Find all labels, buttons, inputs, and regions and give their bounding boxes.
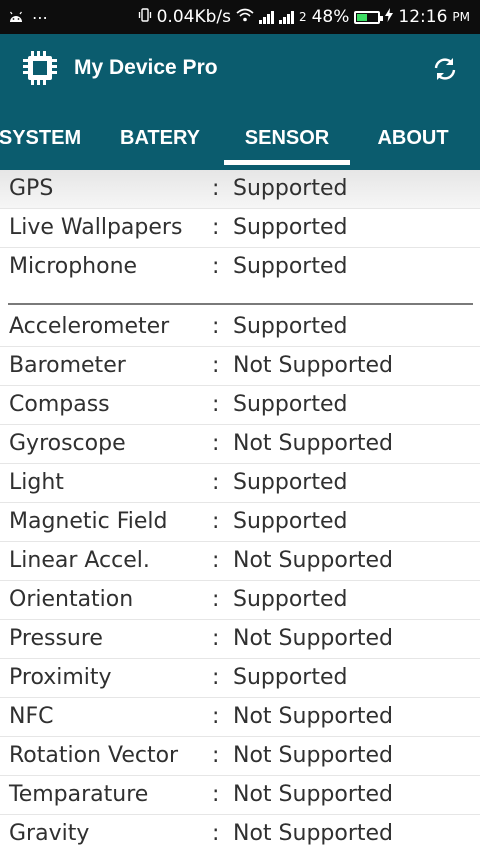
separator: : bbox=[212, 392, 220, 417]
sensor-name: Microphone bbox=[9, 254, 138, 279]
list-item: Gravity : Not Supported bbox=[0, 815, 480, 854]
clock-ampm: PM bbox=[452, 10, 470, 24]
android-notification-icon bbox=[8, 8, 24, 27]
list-item: NFC : Not Supported bbox=[0, 698, 480, 737]
separator: : bbox=[212, 665, 220, 690]
separator: : bbox=[212, 470, 220, 495]
list-item: Proximity : Supported bbox=[0, 659, 480, 698]
sensor-status: Supported bbox=[233, 587, 348, 612]
battery-percent: 48% bbox=[311, 7, 350, 27]
separator: : bbox=[212, 548, 220, 573]
separator: : bbox=[212, 353, 220, 378]
tab-system[interactable]: SYSTEM bbox=[0, 106, 90, 170]
list-item: Gyroscope : Not Supported bbox=[0, 425, 480, 464]
clock-time: 12:16 bbox=[398, 7, 448, 27]
sensor-name: Temparature bbox=[9, 782, 149, 807]
separator: : bbox=[212, 587, 220, 612]
network-speed: 0.04Kb/s bbox=[156, 7, 231, 27]
sensor-name: Light bbox=[9, 470, 64, 495]
battery-icon bbox=[354, 10, 384, 24]
sensor-status: Supported bbox=[233, 470, 348, 495]
separator: : bbox=[212, 743, 220, 768]
list-item: Accelerometer : Supported bbox=[0, 308, 480, 347]
sensor-status: Not Supported bbox=[233, 782, 394, 807]
separator: : bbox=[212, 431, 220, 456]
sensor-name: Gyroscope bbox=[9, 431, 126, 456]
sensor-name: GPS bbox=[9, 176, 54, 201]
separator: : bbox=[212, 704, 220, 729]
list-item: Light : Supported bbox=[0, 464, 480, 503]
app-title: My Device Pro bbox=[74, 56, 218, 79]
status-bar-right: 0.04Kb/s 2 48% 12:16 PM bbox=[138, 0, 470, 34]
list-item: Barometer : Not Supported bbox=[0, 347, 480, 386]
separator: : bbox=[212, 176, 220, 201]
sensor-status: Supported bbox=[233, 215, 348, 240]
list-item: Temparature : Not Supported bbox=[0, 776, 480, 815]
separator: : bbox=[212, 782, 220, 807]
status-bar: ⋯ 0.04Kb/s 2 48% 12:16 PM bbox=[0, 0, 480, 34]
list-item: Rotation Vector : Not Supported bbox=[0, 737, 480, 776]
refresh-icon bbox=[434, 58, 456, 80]
sensor-status: Not Supported bbox=[233, 743, 394, 768]
list-item: Compass : Supported bbox=[0, 386, 480, 425]
section-divider bbox=[8, 303, 473, 305]
sensor-status: Supported bbox=[233, 314, 348, 339]
sensor-status: Not Supported bbox=[233, 431, 394, 456]
sensor-name: Orientation bbox=[9, 587, 134, 612]
sensor-name: Linear Accel. bbox=[9, 548, 150, 573]
tab-selected-indicator bbox=[224, 160, 350, 165]
sensor-name: Magnetic Field bbox=[9, 509, 168, 534]
sensor-status: Not Supported bbox=[233, 704, 394, 729]
sensor-status: Supported bbox=[233, 392, 348, 417]
signal-sim2-icon bbox=[278, 10, 294, 24]
status-bar-left: ⋯ bbox=[8, 0, 48, 34]
list-item: Magnetic Field : Supported bbox=[0, 503, 480, 542]
separator: : bbox=[212, 509, 220, 534]
tab-batery[interactable]: BATERY bbox=[104, 106, 216, 170]
signal-sim1-icon bbox=[258, 10, 274, 24]
more-notifications-icon: ⋯ bbox=[32, 7, 48, 27]
tab-about[interactable]: ABOUT bbox=[360, 106, 466, 170]
sensor-status: Not Supported bbox=[233, 548, 394, 573]
sensor-status: Supported bbox=[233, 509, 348, 534]
battery-level-fill bbox=[357, 13, 368, 21]
sensor-name: Live Wallpapers bbox=[9, 215, 183, 240]
sim2-label: 2 bbox=[298, 10, 307, 24]
sensor-status: Not Supported bbox=[233, 626, 394, 651]
separator: : bbox=[212, 821, 220, 846]
list-item: Linear Accel. : Not Supported bbox=[0, 542, 480, 581]
charging-icon bbox=[385, 7, 394, 27]
separator: : bbox=[212, 314, 220, 339]
list-item: Pressure : Not Supported bbox=[0, 620, 480, 659]
list-item: Microphone : Supported bbox=[0, 248, 480, 287]
sensor-name: Barometer bbox=[9, 353, 126, 378]
vibrate-icon bbox=[138, 7, 152, 28]
separator: : bbox=[212, 626, 220, 651]
sensor-name: Proximity bbox=[9, 665, 112, 690]
sensor-name: Accelerometer bbox=[9, 314, 170, 339]
sensor-list[interactable]: GPS : Supported Live Wallpapers : Suppor… bbox=[0, 170, 480, 854]
separator: : bbox=[212, 254, 220, 279]
sensor-name: NFC bbox=[9, 704, 54, 729]
list-item: GPS : Supported bbox=[0, 170, 480, 209]
sensor-name: Compass bbox=[9, 392, 110, 417]
app-bar: My Device Pro bbox=[0, 34, 480, 106]
sensor-status: Supported bbox=[233, 665, 348, 690]
chip-icon bbox=[22, 50, 58, 86]
sensor-status: Supported bbox=[233, 176, 348, 201]
sensor-name: Rotation Vector bbox=[9, 743, 179, 768]
sensor-status: Not Supported bbox=[233, 353, 394, 378]
list-item: Live Wallpapers : Supported bbox=[0, 209, 480, 248]
separator: : bbox=[212, 215, 220, 240]
refresh-button[interactable] bbox=[430, 54, 460, 84]
sensor-status: Supported bbox=[233, 254, 348, 279]
sensor-name: Gravity bbox=[9, 821, 90, 846]
list-item: Orientation : Supported bbox=[0, 581, 480, 620]
sensor-name: Pressure bbox=[9, 626, 103, 651]
sensor-status: Not Supported bbox=[233, 821, 394, 846]
wifi-icon bbox=[236, 7, 254, 27]
